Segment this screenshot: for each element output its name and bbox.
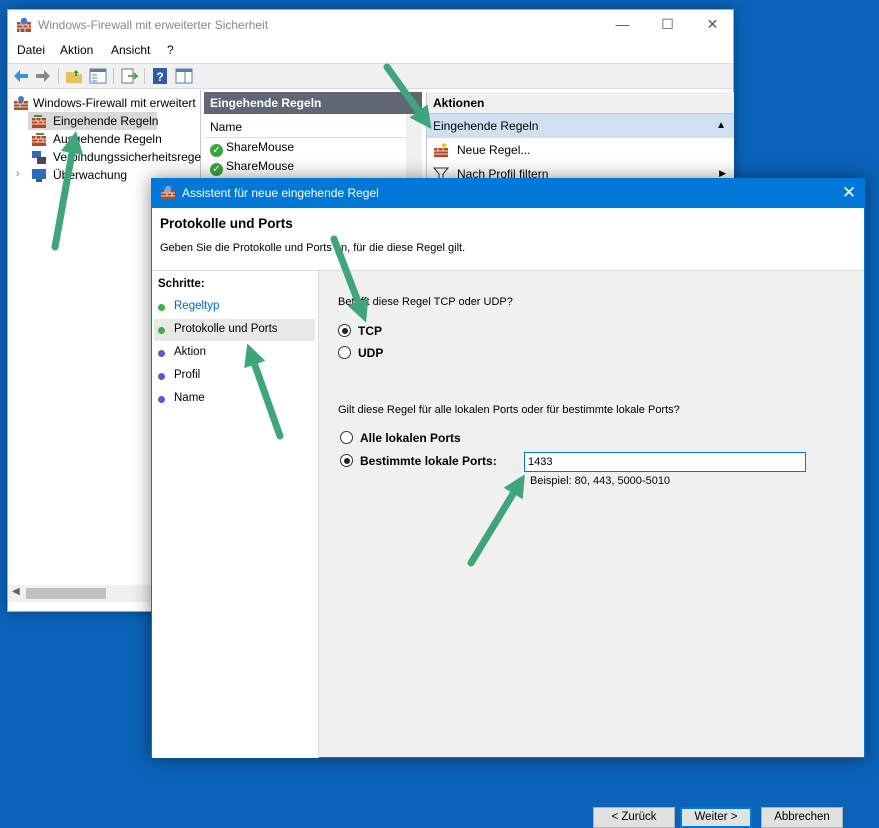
step-label: Aktion [174, 346, 206, 358]
step-label: Name [174, 392, 205, 404]
radio-udp[interactable]: UDP [338, 344, 538, 362]
rule-row[interactable]: ✓ ShareMouse [204, 138, 422, 157]
menu-help[interactable]: ? [167, 43, 174, 57]
wizard-close-button[interactable]: ✕ [834, 179, 864, 208]
main-window-title: Windows-Firewall mit erweiterter Sicherh… [38, 18, 269, 32]
new-inbound-rule-wizard: Assistent für neue eingehende Regel ✕ Pr… [151, 178, 865, 828]
collapse-triangle-icon[interactable]: ▲ [716, 120, 726, 131]
menu-aktion[interactable]: Aktion [60, 43, 93, 57]
radio-bestimmte-lokale-ports[interactable]: Bestimmte lokale Ports: [340, 452, 540, 470]
close-button[interactable]: ✕ [690, 10, 735, 40]
radio-tcp[interactable]: TCP [338, 322, 538, 340]
step-status-dot-icon [158, 373, 165, 380]
back-icon[interactable] [11, 67, 31, 85]
outbound-rules-icon [32, 133, 46, 146]
menubar: Datei Aktion Ansicht ? [8, 40, 733, 62]
enabled-check-icon: ✓ [210, 163, 223, 176]
wizard-steps-panel: Schritte: Regeltyp Protokolle und Ports … [152, 271, 319, 758]
radio-label: Bestimmte lokale Ports: [360, 454, 497, 468]
radio-alle-lokalen-ports[interactable]: Alle lokalen Ports [340, 429, 540, 447]
tree-item-label: Überwachung [53, 168, 128, 182]
actions-pane-header: Aktionen [427, 92, 734, 114]
toolbar: ? [8, 63, 733, 89]
radio-specific-ports-indicator[interactable] [340, 454, 353, 467]
ports-input[interactable] [524, 452, 806, 472]
cancel-button[interactable]: Abbrechen [761, 807, 843, 828]
scroll-thumb[interactable] [26, 588, 106, 599]
inbound-rules-icon [32, 115, 46, 128]
menu-ansicht[interactable]: Ansicht [111, 43, 150, 57]
tree-item-label: Eingehende Regeln [53, 114, 159, 128]
show-action-pane-icon[interactable] [174, 67, 194, 85]
export-list-icon[interactable] [119, 67, 139, 85]
rule-row[interactable]: ✓ ShareMouse [204, 157, 422, 176]
column-header-name[interactable]: Name [204, 114, 422, 138]
actions-section-eingehende-regeln[interactable]: Eingehende Regeln ▲ [427, 114, 734, 138]
step-status-dot-icon [158, 350, 165, 357]
firewall-icon [14, 96, 28, 110]
enabled-check-icon: ✓ [210, 144, 223, 157]
tree-item-label: Verbindungssicherheitsrege [53, 150, 202, 164]
menu-datei[interactable]: Datei [17, 43, 45, 57]
radio-tcp-indicator[interactable] [338, 324, 351, 337]
step-status-dot-icon [158, 304, 165, 311]
new-rule-icon [434, 142, 448, 157]
step-status-dot-icon [158, 327, 165, 334]
step-profil: Profil [154, 365, 315, 387]
wizard-page-title: Protokolle und Ports [160, 216, 293, 231]
radio-label: UDP [358, 346, 384, 360]
tree-item-label: Windows-Firewall mit erweitert [33, 96, 196, 110]
radio-all-ports-indicator[interactable] [340, 431, 353, 444]
expand-chevron-icon[interactable]: › [16, 168, 20, 180]
radio-udp-indicator[interactable] [338, 346, 351, 359]
protocol-question: Betrifft diese Regel TCP oder UDP? [338, 296, 513, 308]
tree-item-label: Ausgehende Regeln [53, 132, 162, 146]
tree-item-verbindungssicherheit[interactable]: Verbindungssicherheitsrege [28, 148, 201, 166]
step-aktion: Aktion [154, 342, 315, 364]
scroll-left-icon[interactable]: ◀ [12, 586, 20, 597]
action-neue-regel[interactable]: Neue Regel... [427, 138, 734, 162]
step-name: Name [154, 388, 315, 410]
show-tree-icon[interactable] [88, 67, 108, 85]
firewall-app-icon [161, 185, 175, 200]
wizard-titlebar: Assistent für neue eingehende Regel ✕ [152, 179, 864, 208]
folder-up-icon[interactable] [64, 67, 84, 85]
firewall-app-icon [17, 17, 31, 32]
back-button[interactable]: < Zurück [593, 807, 675, 828]
wizard-title: Assistent für neue eingehende Regel [182, 186, 379, 200]
wizard-content: Betrifft diese Regel TCP oder UDP? TCP U… [320, 271, 864, 828]
step-status-dot-icon [158, 396, 165, 403]
ports-example-hint: Beispiel: 80, 443, 5000-5010 [530, 475, 671, 487]
tree-item-root[interactable]: Windows-Firewall mit erweitert [8, 94, 201, 112]
svg-text:?: ? [156, 70, 163, 84]
steps-title: Schritte: [158, 278, 205, 290]
actions-section-label: Eingehende Regeln [433, 119, 539, 133]
tree-item-eingehende-regeln[interactable]: Eingehende Regeln [28, 112, 159, 130]
wizard-header: Protokolle und Ports Geben Sie die Proto… [152, 208, 864, 271]
next-button[interactable]: Weiter > [680, 807, 752, 828]
forward-icon[interactable] [33, 67, 53, 85]
help-icon[interactable]: ? [150, 67, 170, 85]
maximize-button[interactable]: ☐ [645, 10, 690, 40]
radio-label: TCP [358, 324, 382, 338]
tree-item-ausgehende-regeln[interactable]: Ausgehende Regeln [28, 130, 201, 148]
monitoring-icon [32, 169, 46, 182]
radio-label: Alle lokalen Ports [360, 431, 461, 445]
action-label: Neue Regel... [457, 143, 531, 157]
step-protokolle-und-ports: Protokolle und Ports [154, 319, 315, 341]
rule-name: ShareMouse [226, 140, 295, 154]
ports-question: Gilt diese Regel für alle lokalen Ports … [338, 404, 680, 416]
step-label: Regeltyp [174, 300, 220, 312]
step-label: Profil [174, 369, 201, 381]
step-label: Protokolle und Ports [174, 323, 278, 335]
connection-security-icon [32, 151, 46, 164]
main-titlebar: Windows-Firewall mit erweiterter Sicherh… [8, 10, 733, 40]
rule-name: ShareMouse [226, 159, 295, 173]
rules-pane-header: Eingehende Regeln [204, 92, 422, 114]
minimize-button[interactable]: — [600, 10, 645, 40]
step-regeltyp[interactable]: Regeltyp [154, 296, 315, 318]
wizard-page-subtitle: Geben Sie die Protokolle und Ports an, f… [160, 242, 466, 254]
